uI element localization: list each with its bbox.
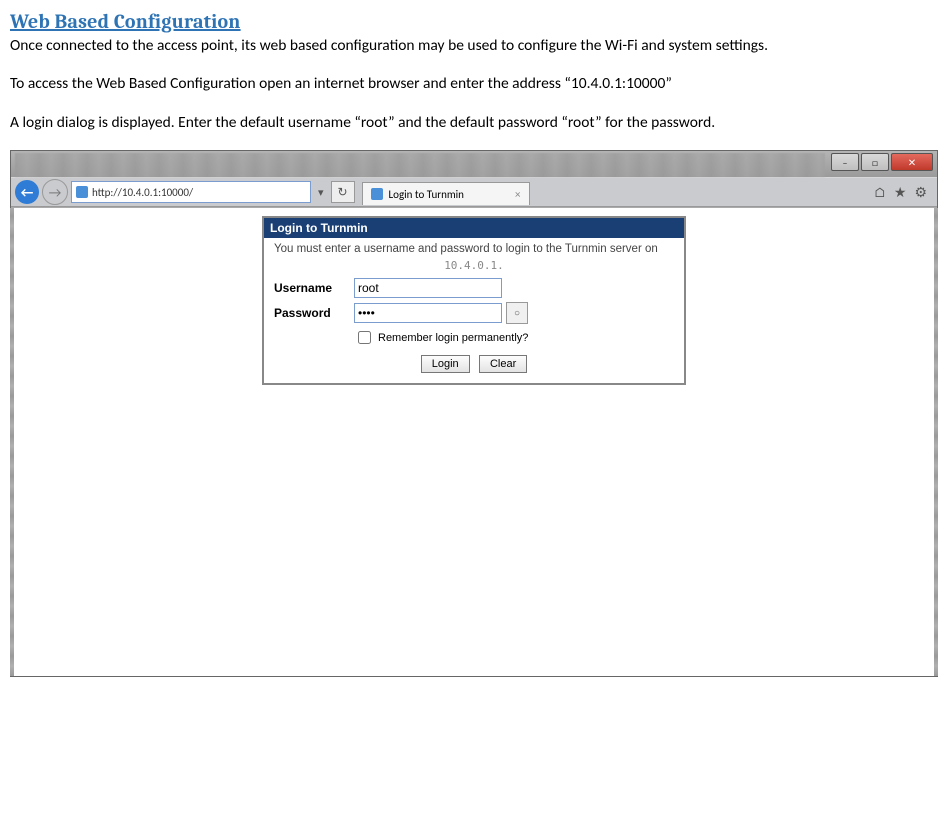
password-input[interactable] <box>354 303 502 323</box>
browser-toolbar: ← → http://10.4.0.1:10000/ ▾ ↻ Login to … <box>11 177 937 207</box>
site-favicon-icon <box>76 186 88 198</box>
section-title: Web Based Configuration <box>10 10 938 33</box>
browser-tab-active[interactable]: Login to Turnmin × <box>362 182 530 205</box>
username-input[interactable] <box>354 278 502 298</box>
toolbar-right-icons: ⌂ ★ ⚙ <box>868 184 933 201</box>
window-close-button[interactable]: ✕ <box>891 153 933 171</box>
login-host: 10.4.0.1. <box>274 259 674 272</box>
nav-back-button[interactable]: ← <box>15 180 39 204</box>
browser-window: – □ ✕ ← → http://10.4.0.1:10000/ ▾ ↻ Log… <box>10 150 938 677</box>
password-row: Password ○ <box>274 302 674 324</box>
window-minimize-button[interactable]: – <box>831 153 859 171</box>
settings-gear-icon[interactable]: ⚙ <box>914 184 927 201</box>
window-left-edge <box>10 208 14 676</box>
remember-row: Remember login permanently? <box>354 328 674 347</box>
url-dropdown-icon[interactable]: ▾ <box>314 186 328 199</box>
window-right-edge <box>934 208 938 676</box>
username-row: Username <box>274 278 674 298</box>
titlebar-background <box>15 153 825 177</box>
nav-forward-button[interactable]: → <box>42 179 68 205</box>
intro-paragraph-1: Once connected to the access point, its … <box>10 35 938 57</box>
home-icon[interactable]: ⌂ <box>874 184 886 201</box>
intro-paragraph-2: To access the Web Based Configuration op… <box>10 73 938 95</box>
intro-paragraph-3: A login dialog is displayed. Enter the d… <box>10 112 938 134</box>
window-maximize-button[interactable]: □ <box>861 153 889 171</box>
remember-label: Remember login permanently? <box>378 332 528 344</box>
login-dialog-body: You must enter a username and password t… <box>264 238 684 383</box>
tab-strip: Login to Turnmin × <box>362 179 865 205</box>
tab-favicon-icon <box>371 188 383 200</box>
remember-checkbox[interactable] <box>358 331 371 344</box>
address-bar[interactable]: http://10.4.0.1:10000/ <box>71 181 311 203</box>
login-button-row: Login Clear <box>274 355 674 373</box>
tab-close-icon[interactable]: × <box>515 188 520 201</box>
browser-viewport: Login to Turnmin You must enter a userna… <box>11 207 937 676</box>
login-dialog: Login to Turnmin You must enter a userna… <box>262 216 686 385</box>
username-label: Username <box>274 281 354 295</box>
login-message: You must enter a username and password t… <box>274 242 674 257</box>
password-label: Password <box>274 306 354 320</box>
favorites-icon[interactable]: ★ <box>894 184 907 201</box>
refresh-button[interactable]: ↻ <box>331 181 355 203</box>
login-button[interactable]: Login <box>421 355 470 373</box>
clear-button[interactable]: Clear <box>479 355 527 373</box>
tab-title: Login to Turnmin <box>389 188 464 201</box>
login-dialog-title: Login to Turnmin <box>264 218 684 238</box>
address-bar-text: http://10.4.0.1:10000/ <box>92 186 193 199</box>
window-titlebar: – □ ✕ <box>11 151 937 177</box>
reveal-password-icon[interactable]: ○ <box>506 302 528 324</box>
